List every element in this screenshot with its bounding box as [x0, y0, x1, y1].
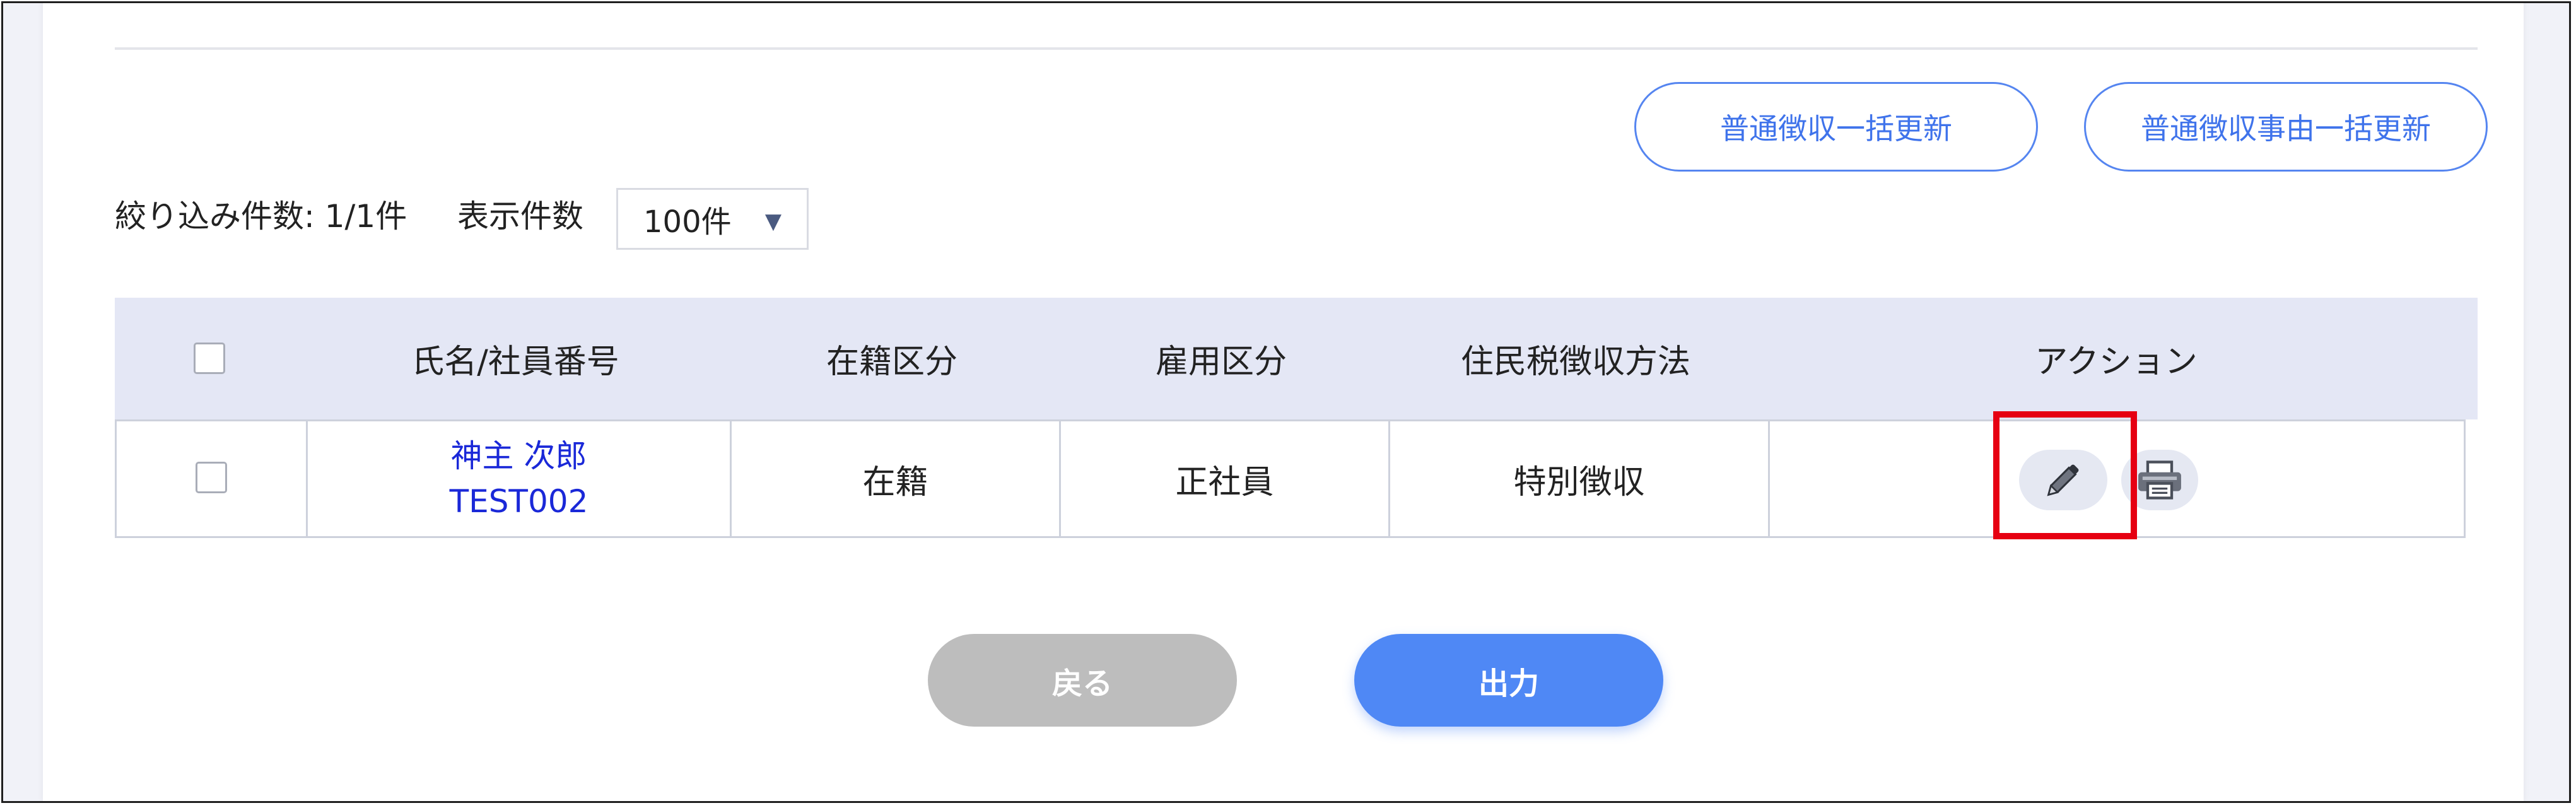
select-all-checkbox[interactable] [194, 343, 225, 374]
table-header: 氏名/社員番号 在籍区分 雇用区分 住民税徴収方法 アクション [115, 298, 2478, 419]
employment-cell: 正社員 [1059, 421, 1388, 536]
header-enrollment[interactable]: 在籍区分 [728, 298, 1056, 419]
printer-icon [2138, 460, 2181, 500]
employee-id[interactable]: TEST002 [450, 479, 588, 524]
header-employment[interactable]: 雇用区分 [1057, 298, 1385, 419]
back-button[interactable]: 戻る [928, 634, 1237, 727]
chevron-down-icon: ▼ [764, 209, 782, 234]
name-cell: 神主 次郎 TEST002 [306, 421, 730, 536]
highlight-box [1993, 411, 2137, 539]
section-divider [115, 47, 2478, 50]
bulk-update-button[interactable]: 普通徴収一括更新 [1634, 82, 2038, 172]
bulk-reason-update-button[interactable]: 普通徴収事由一括更新 [2084, 82, 2488, 172]
display-count-select[interactable]: 100件 ▼ [616, 188, 809, 250]
header-name[interactable]: 氏名/社員番号 [304, 298, 727, 419]
display-count-value: 100件 [643, 204, 732, 240]
employee-link[interactable]: 神主 次郎 TEST002 [450, 433, 588, 524]
screenshot-frame: 普通徴収一括更新 普通徴収事由一括更新 絞り込み件数: 1/1件 表示件数 10… [1, 1, 2571, 803]
row-checkbox[interactable] [196, 462, 227, 493]
header-action: アクション [2035, 343, 2198, 381]
filter-count-label: 絞り込み件数: 1/1件 [115, 198, 407, 235]
tax-method-cell: 特別徴収 [1388, 421, 1768, 536]
output-button[interactable]: 出力 [1354, 634, 1663, 727]
enrollment-value: 在籍 [862, 463, 928, 501]
employee-name[interactable]: 神主 次郎 [451, 433, 587, 479]
employment-value: 正社員 [1175, 463, 1274, 501]
header-tax-method[interactable]: 住民税徴収方法 [1386, 298, 1765, 419]
enrollment-cell: 在籍 [730, 421, 1059, 536]
tax-method-value: 特別徴収 [1513, 463, 1645, 501]
display-count-label: 表示件数 [457, 198, 583, 235]
